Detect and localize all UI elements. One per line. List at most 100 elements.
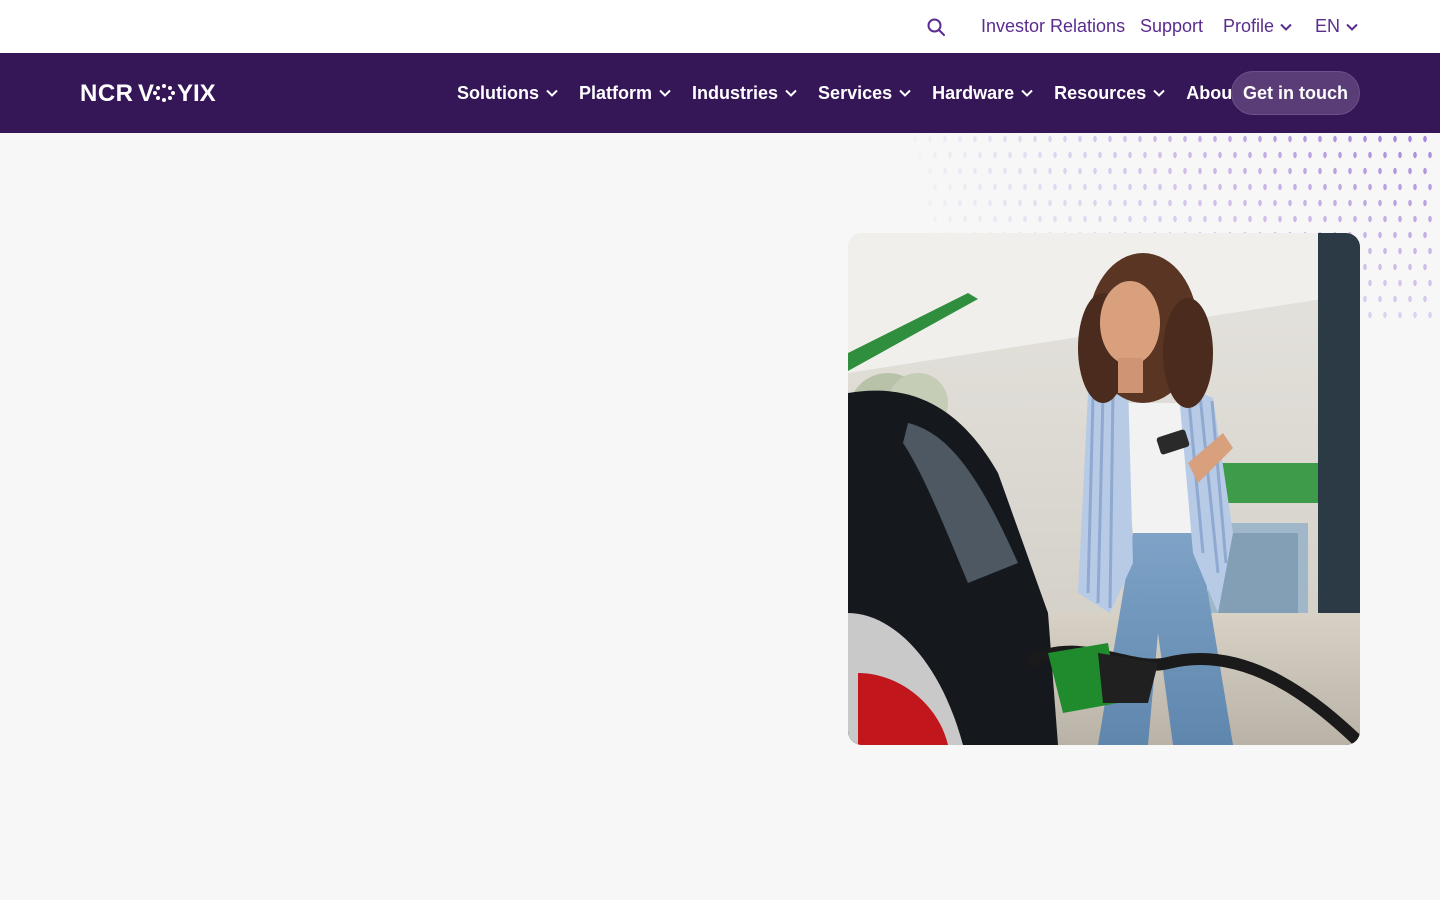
decorative-dot — [1213, 167, 1217, 175]
decorative-dot — [1363, 231, 1367, 239]
decorative-dot — [1138, 199, 1142, 207]
decorative-dot — [1003, 167, 1007, 175]
decorative-dot — [1038, 183, 1042, 191]
profile-label: Profile — [1223, 16, 1275, 36]
nav-item-services[interactable]: Services — [818, 83, 911, 104]
decorative-dot — [1303, 135, 1307, 143]
decorative-dot — [973, 199, 977, 207]
decorative-dot — [1293, 183, 1297, 191]
decorative-dot — [943, 135, 947, 143]
decorative-dot — [1143, 183, 1147, 191]
nav-item-platform[interactable]: Platform — [579, 83, 671, 104]
utility-bar: Investor Relations Support Profile EN — [0, 0, 1440, 53]
decorative-dot — [948, 215, 952, 223]
chevron-down-icon — [1021, 89, 1033, 97]
decorative-dot — [1413, 215, 1417, 223]
decorative-dot — [973, 135, 977, 143]
decorative-dot — [1093, 135, 1097, 143]
decorative-dot — [1008, 151, 1012, 159]
decorative-dot — [1018, 167, 1022, 175]
get-in-touch-button[interactable]: Get in touch — [1231, 71, 1360, 115]
decorative-dot — [1003, 199, 1007, 207]
decorative-dot — [1078, 135, 1082, 143]
decorative-dot — [1318, 167, 1322, 175]
decorative-dot — [1323, 215, 1327, 223]
decorative-dot — [1138, 135, 1142, 143]
decorative-dot — [1168, 135, 1172, 143]
decorative-dot — [1363, 199, 1367, 207]
decorative-dot — [1398, 215, 1402, 223]
decorative-dot — [1413, 183, 1417, 191]
language-selector[interactable]: EN — [1315, 14, 1358, 38]
decorative-dot — [1383, 151, 1387, 159]
decorative-dot — [1293, 151, 1297, 159]
decorative-dot — [1408, 263, 1412, 271]
decorative-dot — [1198, 135, 1202, 143]
decorative-dot — [1143, 151, 1147, 159]
decorative-dot — [988, 199, 992, 207]
decorative-dot — [1063, 167, 1067, 175]
decorative-dot — [1038, 215, 1042, 223]
chevron-down-icon — [899, 89, 911, 97]
decorative-dot — [1053, 151, 1057, 159]
support-link[interactable]: Support — [1140, 14, 1203, 38]
decorative-dot — [1363, 135, 1367, 143]
decorative-dot — [1423, 135, 1427, 143]
decorative-dot — [1168, 167, 1172, 175]
decorative-dot — [1293, 215, 1297, 223]
nav-item-resources[interactable]: Resources — [1054, 83, 1165, 104]
decorative-dot — [1093, 167, 1097, 175]
decorative-dot — [1393, 263, 1397, 271]
decorative-dot — [1183, 135, 1187, 143]
decorative-dot — [1003, 135, 1007, 143]
decorative-dot — [1188, 215, 1192, 223]
nav-item-solutions[interactable]: Solutions — [457, 83, 558, 104]
decorative-dot — [1153, 167, 1157, 175]
decorative-dot — [1053, 215, 1057, 223]
decorative-dot — [1308, 215, 1312, 223]
decorative-dot — [1348, 167, 1352, 175]
chevron-down-icon — [659, 89, 671, 97]
ncr-voyix-logo[interactable]: NCR V YIX — [80, 80, 222, 106]
svg-text:V: V — [138, 80, 154, 106]
nav-item-label: Resources — [1054, 82, 1147, 103]
decorative-dot — [1393, 231, 1397, 239]
decorative-dot — [1018, 199, 1022, 207]
decorative-dot — [1368, 151, 1372, 159]
decorative-dot — [1243, 167, 1247, 175]
decorative-dot — [1393, 199, 1397, 207]
nav-item-label: Solutions — [457, 82, 539, 103]
decorative-dot — [1188, 151, 1192, 159]
decorative-dot — [1113, 183, 1117, 191]
nav-item-industries[interactable]: Industries — [692, 83, 797, 104]
decorative-dot — [1383, 247, 1387, 255]
decorative-dot — [1203, 215, 1207, 223]
decorative-dot — [1138, 167, 1142, 175]
decorative-dot — [948, 151, 952, 159]
decorative-dot — [1363, 295, 1367, 303]
decorative-dot — [1348, 199, 1352, 207]
search-icon[interactable] — [924, 15, 948, 39]
decorative-dot — [1263, 151, 1267, 159]
decorative-dot — [1123, 167, 1127, 175]
decorative-dot — [933, 215, 937, 223]
profile-menu[interactable]: Profile — [1223, 14, 1292, 38]
decorative-dot — [943, 199, 947, 207]
decorative-dot — [1233, 215, 1237, 223]
decorative-dot — [1408, 199, 1412, 207]
nav-item-hardware[interactable]: Hardware — [932, 83, 1033, 104]
decorative-dot — [1393, 167, 1397, 175]
decorative-dot — [1368, 183, 1372, 191]
decorative-dot — [1338, 215, 1342, 223]
decorative-dot — [1198, 199, 1202, 207]
decorative-dot — [1413, 247, 1417, 255]
decorative-dot — [958, 135, 962, 143]
investor-relations-link[interactable]: Investor Relations — [981, 14, 1125, 38]
decorative-dot — [1408, 295, 1412, 303]
chevron-down-icon — [546, 89, 558, 97]
decorative-dot — [1098, 151, 1102, 159]
decorative-dot — [928, 167, 932, 175]
decorative-dot — [1258, 135, 1262, 143]
decorative-dot — [1408, 135, 1412, 143]
decorative-dot — [1333, 135, 1337, 143]
